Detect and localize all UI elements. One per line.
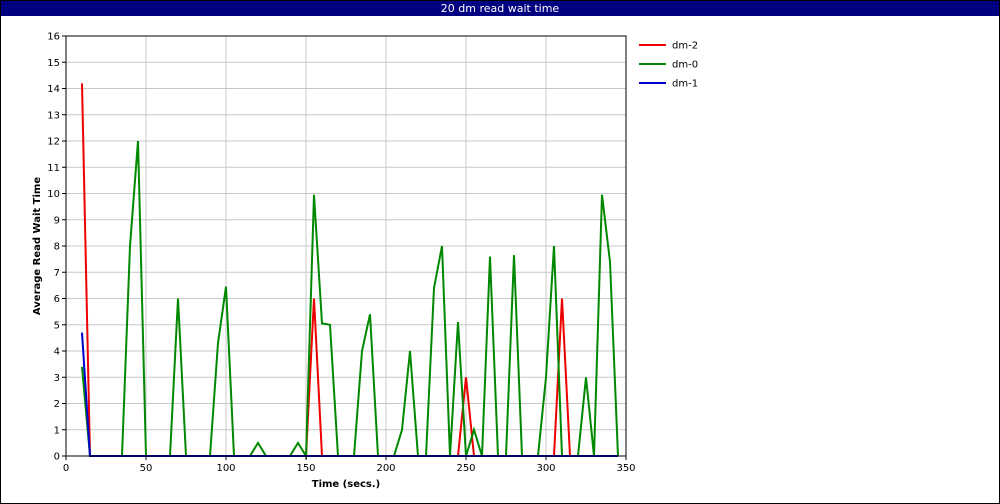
y-tick-label: 0: [54, 452, 60, 463]
x-axis-title: Time (secs.): [312, 479, 381, 490]
series-line-dm-2: [81, 83, 618, 457]
gridlines: [65, 35, 627, 457]
x-tick-label: 100: [216, 463, 235, 474]
y-tick-label: 6: [54, 294, 60, 305]
x-tick-label: 350: [616, 463, 635, 474]
legend-label-dm-1: dm-1: [672, 79, 698, 90]
y-tick-label: 4: [54, 347, 60, 358]
y-tick-label: 10: [47, 189, 60, 200]
y-tick-label: 15: [47, 58, 60, 69]
y-tick-label: 13: [47, 110, 60, 121]
y-tick-label: 1: [54, 425, 60, 436]
y-tick-label: 16: [47, 32, 60, 43]
legend-label-dm-0: dm-0: [672, 60, 698, 71]
x-tick-label: 200: [376, 463, 395, 474]
y-tick-label: 12: [47, 137, 60, 148]
line-chart: 0 50 100 150 200 250 300 3500123456789101112131…: [32, 32, 698, 491]
x-tick-label: 250: [456, 463, 475, 474]
y-tick-label: 14: [47, 84, 60, 95]
legend: dm-2 dm-0 dm-1: [639, 41, 698, 90]
y-tick-label: 8: [54, 242, 60, 253]
x-tick-label: 150: [296, 463, 315, 474]
y-tick-label: 9: [54, 215, 60, 226]
y-tick-label: 7: [54, 268, 60, 279]
y-axis-title: Average Read Wait Time: [32, 177, 43, 315]
series-lines: [81, 83, 619, 460]
legend-label-dm-2: dm-2: [672, 41, 698, 52]
y-tick-label: 11: [47, 163, 60, 174]
x-tick-label: 300: [536, 463, 555, 474]
x-tick-label: 50: [140, 463, 153, 474]
axes: 0 50 100 150 200 250 300 3500123456789101112131…: [47, 32, 635, 475]
y-tick-label: 3: [54, 373, 60, 384]
y-tick-label: 5: [54, 320, 60, 331]
x-tick-label: 0: [63, 463, 69, 474]
chart-window: 20 dm read wait time 0 50 100 150 200 250 300 3…: [0, 0, 1000, 504]
y-tick-label: 2: [54, 399, 60, 410]
